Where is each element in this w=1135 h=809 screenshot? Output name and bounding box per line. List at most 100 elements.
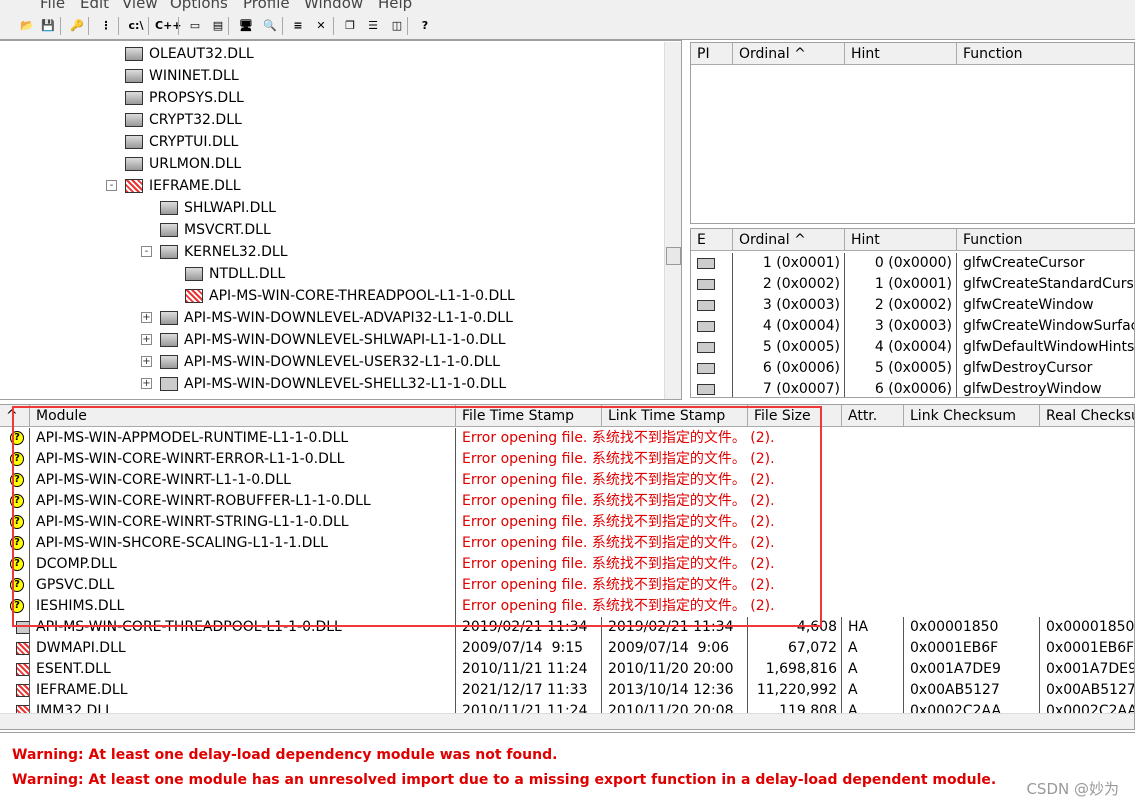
expand-toggle[interactable]: - [141, 246, 152, 257]
tree-node-label: API-MS-WIN-CORE-THREADPOOL-L1-1-0.DLL [209, 288, 515, 304]
table-row[interactable]: ESENT.DLL 2010/11/21 11:24 2010/11/20 20:0… [0, 659, 1134, 680]
menu-options[interactable]: Options [170, 0, 228, 12]
function: glfwCreateStandardCursor [963, 276, 1135, 292]
module-icon [185, 289, 203, 303]
find-icon[interactable]: 🔑 [67, 16, 87, 36]
toolbar: 📂 💾 🔑 ⋮ c:\ C++ ▭ ▤ 🖥 🔍 ≡ ✕ ❐ ☰ ◫? [0, 12, 1135, 40]
help-icon[interactable]: ? [415, 16, 435, 36]
function: glfwDestroyCursor [963, 360, 1093, 376]
column-ordinal[interactable]: Ordinal ^ [733, 43, 845, 64]
expand-toggle[interactable]: + [141, 312, 152, 323]
column-realchecksum[interactable]: Real Checksum [1040, 405, 1134, 426]
properties-icon[interactable]: ▤ [208, 16, 228, 36]
system-info-icon[interactable]: 🖥 [236, 16, 256, 36]
c-function-icon [697, 278, 715, 290]
expand-icon[interactable]: ≡ [288, 16, 308, 36]
tree-node-label: NTDLL.DLL [209, 266, 286, 282]
table-row[interactable]: DWMAPI.DLL 2009/07/14 9:15 2009/07/14 9:06… [0, 638, 1134, 659]
column-pi[interactable]: PI [691, 43, 733, 64]
module-icon [160, 377, 178, 391]
real-checksum: 0x001A7DE9 [1040, 659, 1134, 680]
tree-node[interactable]: SHLWAPI.DLL [160, 197, 276, 219]
tree-node[interactable]: CRYPTUI.DLL [125, 131, 238, 153]
tree-node-label: OLEAUT32.DLL [149, 46, 254, 62]
column-hint[interactable]: Hint [845, 229, 957, 250]
column-attr[interactable]: Attr. [842, 405, 904, 426]
collapse-icon[interactable]: ✕ [311, 16, 331, 36]
expand-toggle[interactable]: + [141, 378, 152, 389]
expand-toggle[interactable]: + [141, 356, 152, 367]
file-size: 1,698,816 [748, 659, 842, 680]
column-hint[interactable]: Hint [845, 43, 957, 64]
module-icon [125, 47, 143, 61]
open-icon[interactable]: 📂 [17, 16, 37, 36]
attributes: A [842, 680, 904, 701]
tree-node[interactable]: KERNEL32.DLL [160, 241, 288, 263]
log-line: Warning: At least one delay-load depende… [12, 747, 558, 763]
save-icon[interactable]: 💾 [38, 16, 58, 36]
cascade-icon[interactable]: ❐ [340, 16, 360, 36]
module-icon [16, 641, 29, 655]
table-row[interactable]: 5 (0x0005) 4 (0x0004) glfwDefaultWindowHin… [691, 337, 1134, 358]
table-row[interactable]: 2 (0x0002) 1 (0x0001) glfwCreateStandardCu… [691, 274, 1135, 295]
module-icon [125, 135, 143, 149]
expand-toggle[interactable]: - [106, 180, 117, 191]
tree-node[interactable]: API-MS-WIN-DOWNLEVEL-SHLWAPI-L1-1-0.DLL [160, 329, 506, 351]
status-cell [0, 638, 30, 659]
table-row[interactable]: 6 (0x0006) 5 (0x0005) glfwDestroyCursor [691, 358, 1134, 379]
column-function[interactable]: Function [957, 229, 1134, 250]
c-function-icon [697, 341, 715, 353]
tree-node[interactable]: API-MS-WIN-DOWNLEVEL-USER32-L1-1-0.DLL [160, 351, 500, 373]
table-row[interactable]: IEFRAME.DLL 2021/12/17 11:33 2013/10/14 12… [0, 680, 1134, 701]
highlight-box [12, 406, 822, 627]
parent-imports-list[interactable]: PI Ordinal ^ Hint Function [690, 42, 1135, 224]
table-row[interactable]: 4 (0x0004) 3 (0x0003) glfwCreateWindowSurf… [691, 316, 1134, 337]
tree-icon[interactable]: ⋮ [96, 16, 116, 36]
column-linkchecksum[interactable]: Link Checksum [904, 405, 1040, 426]
menu-view[interactable]: View [122, 0, 158, 12]
tree-node-label: URLMON.DLL [149, 156, 242, 172]
tree-node[interactable]: PROPSYS.DLL [125, 87, 244, 109]
menu-file[interactable]: File [40, 0, 65, 12]
column-ordinal[interactable]: Ordinal ^ [733, 229, 845, 250]
tile-vertical-icon[interactable]: ◫ [387, 16, 407, 36]
search-icon[interactable]: 🔍 [260, 16, 280, 36]
exports-list[interactable]: E Ordinal ^ Hint Function 1 (0x0001) 0 (0x000… [690, 228, 1135, 398]
tree-node[interactable]: CRYPT32.DLL [125, 109, 242, 131]
tree-node[interactable]: MSVCRT.DLL [160, 219, 271, 241]
column-function[interactable]: Function [957, 43, 1134, 64]
tree-node[interactable]: API-MS-WIN-DOWNLEVEL-SHELL32-L1-1-0.DLL [160, 373, 506, 395]
tree-node[interactable]: WININET.DLL [125, 65, 239, 87]
cpp-icon[interactable]: C++ [155, 16, 182, 36]
toolbar-separator [88, 17, 89, 35]
tree-node[interactable]: IEFRAME.DLL [125, 175, 241, 197]
module-tree[interactable]: OLEAUT32.DLL WININET.DLL PROPSYS.DLL CRYPT3… [0, 40, 682, 400]
module-icon [125, 69, 143, 83]
table-row[interactable]: 3 (0x0003) 2 (0x0002) glfwCreateWindow [691, 295, 1134, 316]
table-row[interactable]: 7 (0x0007) 6 (0x0006) glfwDestroyWindow [691, 379, 1134, 397]
viewer-icon[interactable]: ▭ [185, 16, 205, 36]
hint: 4 (0x0004) [845, 337, 957, 358]
file-size: 67,072 [748, 638, 842, 659]
tree-node-label: PROPSYS.DLL [149, 90, 244, 106]
module-icon [125, 113, 143, 127]
hint: 1 (0x0001) [845, 274, 957, 295]
tree-node[interactable]: API-MS-WIN-DOWNLEVEL-ADVAPI32-L1-1-0.DLL [160, 307, 513, 329]
tree-scrollbar[interactable] [664, 42, 681, 399]
table-row[interactable]: 1 (0x0001) 0 (0x0000) glfwCreateCursor [691, 253, 1134, 274]
column-e[interactable]: E [691, 229, 733, 250]
tree-node[interactable]: API-MS-WIN-CORE-THREADPOOL-L1-1-0.DLL [185, 285, 515, 307]
tree-node[interactable]: URLMON.DLL [125, 153, 241, 175]
menu-window[interactable]: Window [304, 0, 363, 12]
menu-help[interactable]: Help [378, 0, 412, 12]
tile-horizontal-icon[interactable]: ☰ [363, 16, 383, 36]
scroll-thumb[interactable] [666, 247, 681, 265]
tree-node[interactable]: OLEAUT32.DLL [125, 43, 254, 65]
c-function-icon [697, 257, 715, 269]
module-horizontal-scrollbar[interactable] [0, 713, 1134, 729]
tree-node[interactable]: NTDLL.DLL [185, 263, 285, 285]
expand-toggle[interactable]: + [141, 334, 152, 345]
menu-edit[interactable]: Edit [80, 0, 109, 12]
path-icon[interactable]: c:\ [126, 16, 146, 36]
menu-profile[interactable]: Profile [243, 0, 290, 12]
